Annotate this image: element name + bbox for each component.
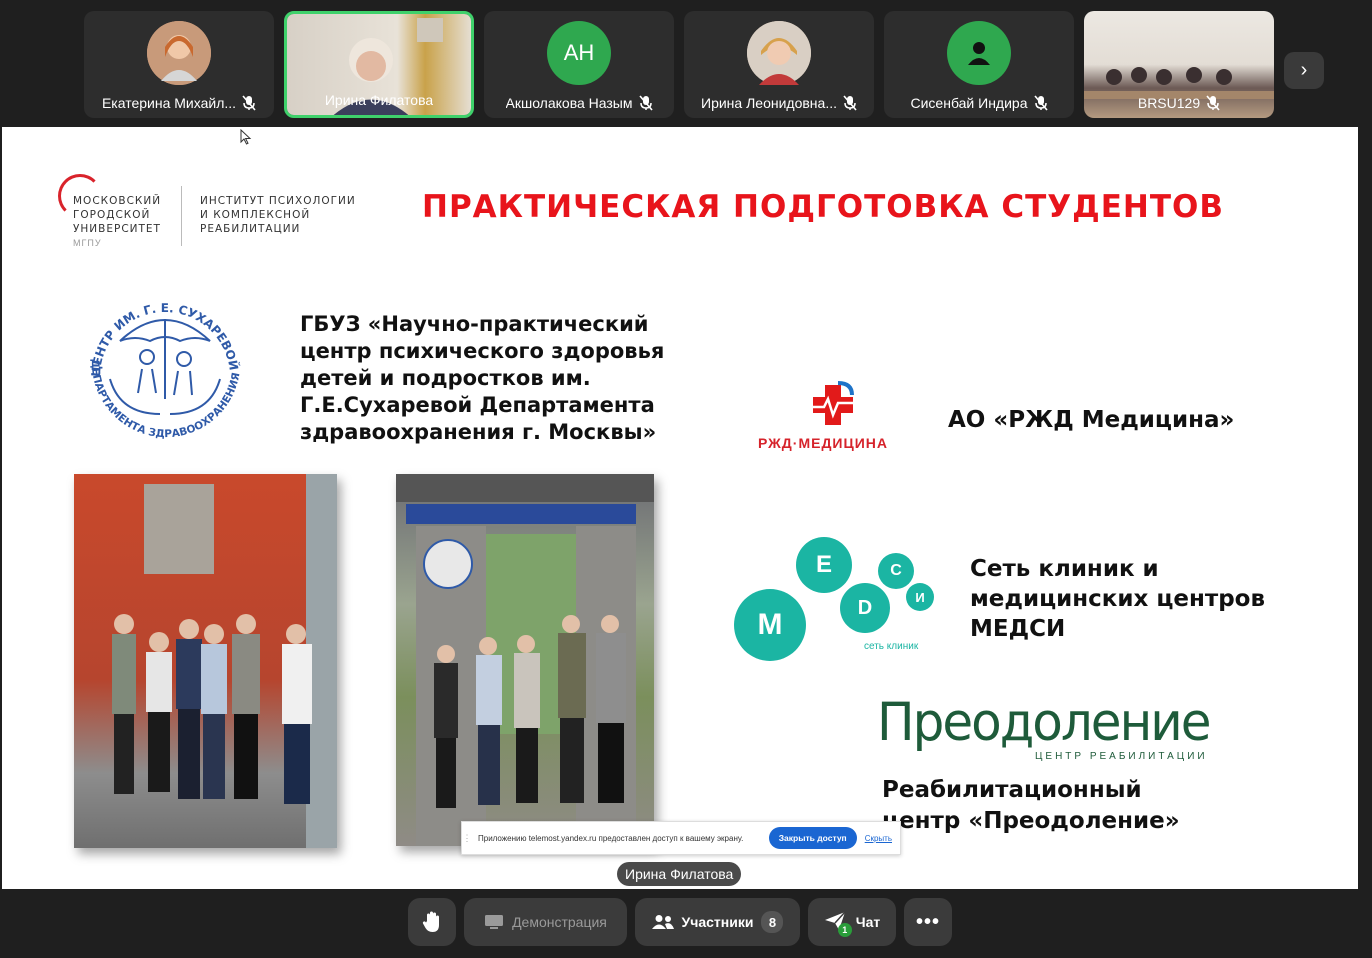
hide-notification-link[interactable]: Скрыть <box>865 834 892 843</box>
rzd-medicine-logo: РЖД·МЕДИЦИНА <box>758 379 908 459</box>
stop-sharing-button[interactable]: Закрыть доступ <box>768 827 857 849</box>
participant-nameplate: Екатерина Михайл... <box>92 92 266 114</box>
medsi-subtitle: сеть клиник <box>864 641 919 652</box>
logo-divider <box>181 186 182 246</box>
next-participants-button[interactable]: › <box>1284 52 1324 89</box>
participants-count-badge: 8 <box>761 911 784 933</box>
more-options-button[interactable]: ••• <box>904 898 952 946</box>
participant-initials: AH <box>563 40 595 65</box>
participant-name: Сисенбай Индира <box>910 95 1028 111</box>
participant-tile-5[interactable]: Сисенбай Индира <box>884 11 1074 118</box>
more-dots-icon: ••• <box>915 910 940 933</box>
participant-photo <box>147 21 211 85</box>
medsi-circle-e: E <box>796 537 852 593</box>
user-icon <box>968 42 990 65</box>
people-icon <box>651 915 674 929</box>
participant-name: BRSU129 <box>1137 95 1201 111</box>
medsi-text: Сеть клиник и медицинских центров МЕДСИ <box>970 556 1266 642</box>
medsi-circle-c: C <box>878 553 914 589</box>
participant-strip: Екатерина Михайл... Ирина Филатова AH Ак… <box>0 0 1372 126</box>
participant-name: Ирина Леонидовна... <box>701 95 837 111</box>
participant-nameplate: BRSU129 <box>1092 92 1266 114</box>
preodolenie-text: Реабилитационный центр «Преодоление» <box>882 777 1180 834</box>
presenter-name-label: Ирина Филатова <box>617 862 742 886</box>
participant-tile-6[interactable]: BRSU129 <box>1084 11 1274 118</box>
rzd-cross-icon <box>810 381 856 425</box>
participant-tile-1[interactable]: Екатерина Михайл... <box>84 11 274 118</box>
chat-icon-wrap: 1 <box>824 911 852 937</box>
preodolenie-logo-subtitle: ЦЕНТР РЕАБИЛИТАЦИИ <box>1035 751 1208 762</box>
mic-off-icon <box>843 95 857 111</box>
mgpu-name: МОСКОВСКИЙ ГОРОДСКОЙ УНИВЕРСИТЕТ <box>73 195 162 235</box>
call-toolbar: Демонстрация Участники 8 1 Чат ••• <box>0 890 1372 958</box>
preodolenie-logo: Преодоление ЦЕНТР РЕАБИЛИТАЦИИ <box>877 692 1217 767</box>
preodolenie-logo-text: Преодоление <box>877 691 1212 753</box>
rzd-text: АО «РЖД Медицина» <box>948 407 1235 433</box>
gbuz-text: ГБУЗ «Научно-практический центр психичес… <box>300 312 665 444</box>
participants-button[interactable]: Участники 8 <box>635 898 800 946</box>
screen-share-label: Демонстрация <box>512 914 607 930</box>
participant-nameplate: Ирина Филатова <box>295 89 463 111</box>
mic-off-icon <box>638 95 653 111</box>
screen-share-message: Приложению telemost.yandex.ru предоставл… <box>478 833 744 843</box>
rzd-logo-text: РЖД·МЕДИЦИНА <box>758 435 888 451</box>
monitor-icon <box>485 915 504 929</box>
user-placeholder-avatar <box>947 21 1011 85</box>
participant-nameplate: Сисенбай Индира <box>892 92 1066 114</box>
sukhareva-center-logo: ЦЕНТР ИМ. Г. Е. СУХАРЕВОЙ ДЕПАРТАМЕНТА З… <box>80 289 243 440</box>
participant-tile-2[interactable]: Ирина Филатова <box>284 11 474 118</box>
medsi-logo: M E D C И сеть клиник <box>730 537 945 662</box>
students-photo-2 <box>396 474 654 846</box>
participant-photo <box>747 21 811 85</box>
mic-off-icon <box>242 95 256 111</box>
slide-title: ПРАКТИЧЕСКАЯ ПОДГОТОВКА СТУДЕНТОВ <box>422 189 1224 225</box>
participants-label: Участники <box>681 914 754 930</box>
participant-initials-avatar: AH <box>547 21 611 85</box>
institute-name: ИНСТИТУТ ПСИХОЛОГИИ И КОМПЛЕКСНОЙ РЕАБИЛ… <box>200 195 356 235</box>
participant-nameplate: Акшолакова Назым <box>492 92 666 114</box>
raise-hand-icon <box>422 911 439 932</box>
medsi-circle-d: D <box>840 583 890 633</box>
chat-button[interactable]: 1 Чат <box>808 898 896 946</box>
telemost-window: Екатерина Михайл... Ирина Филатова AH Ак… <box>0 0 1372 958</box>
chat-label: Чат <box>855 914 881 930</box>
participant-name: Екатерина Михайл... <box>101 95 237 111</box>
participant-nameplate: Ирина Леонидовна... <box>692 92 866 114</box>
participant-name: Акшолакова Назым <box>505 95 633 111</box>
chevron-right-icon: › <box>1300 59 1308 81</box>
medsi-circle-m: M <box>734 589 806 661</box>
shared-screen-slide: МОСКОВСКИЙ ГОРОДСКОЙ УНИВЕРСИТЕТ МГПУ ИН… <box>2 127 1358 889</box>
participant-name: Ирина Филатова <box>324 92 434 108</box>
chat-unread-badge: 1 <box>837 923 852 937</box>
mic-off-icon <box>1033 95 1048 111</box>
mgpu-abbr: МГПУ <box>73 238 102 248</box>
students-photo-1 <box>74 474 337 848</box>
mouse-cursor-icon <box>240 129 252 145</box>
participant-tile-4[interactable]: Ирина Леонидовна... <box>684 11 874 118</box>
medsi-circle-i: И <box>906 583 934 611</box>
screen-share-button[interactable]: Демонстрация <box>464 898 627 946</box>
screen-share-notification: ⋮ Приложению telemost.yandex.ru предоста… <box>461 821 901 855</box>
participant-tile-3[interactable]: AH Акшолакова Назым <box>484 11 674 118</box>
raise-hand-button[interactable] <box>408 898 456 946</box>
mgpu-logo: МОСКОВСКИЙ ГОРОДСКОЙ УНИВЕРСИТЕТ МГПУ ИН… <box>58 172 358 252</box>
mic-off-icon <box>1206 95 1220 111</box>
drag-handle-icon[interactable]: ⋮ <box>462 833 472 844</box>
